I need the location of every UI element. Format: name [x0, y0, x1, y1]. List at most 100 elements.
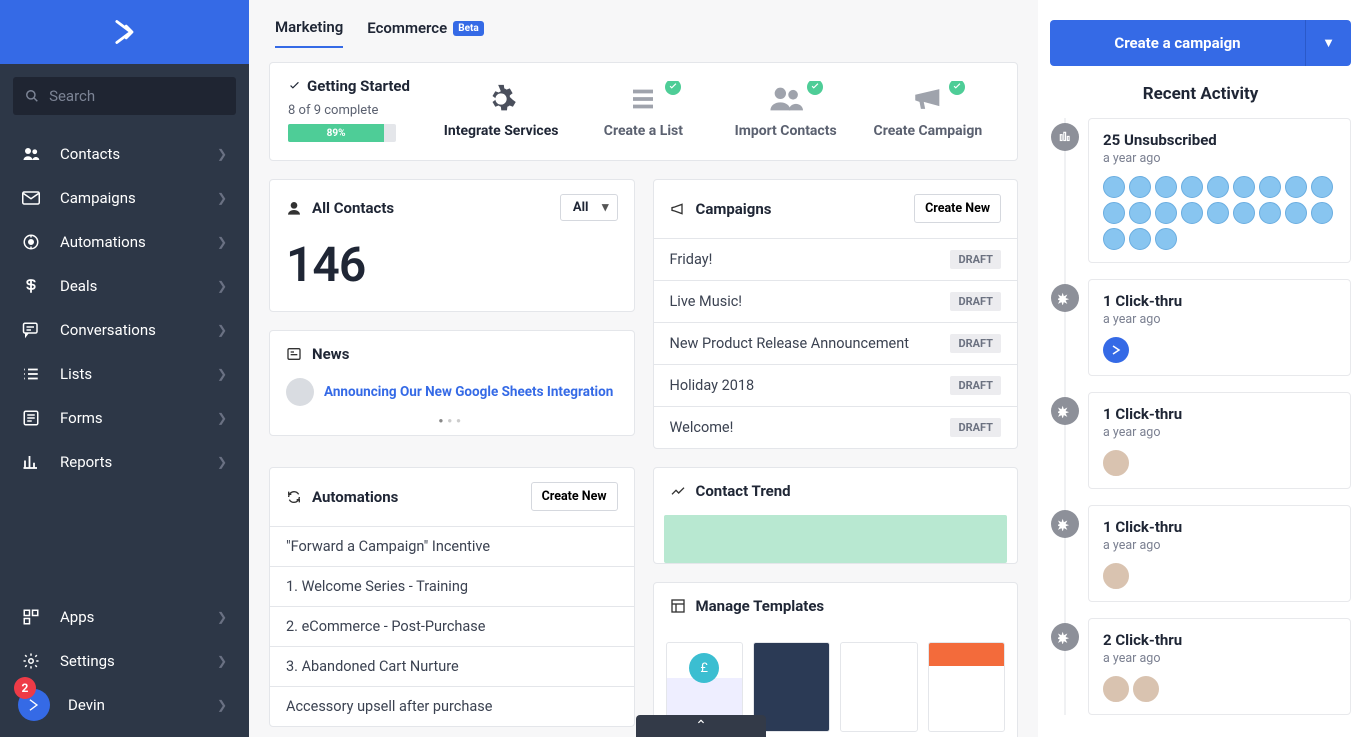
label: Settings: [60, 652, 115, 670]
campaign-row[interactable]: Live Music!DRAFT: [654, 280, 1018, 322]
sidebar-item-contacts[interactable]: Contacts❯: [0, 132, 249, 176]
news-icon: [286, 346, 302, 362]
activity-icon: [1051, 510, 1079, 538]
news-card: News Announcing Our New Google Sheets In…: [269, 330, 635, 436]
search-icon: [25, 88, 39, 104]
sidebar-item-reports[interactable]: Reports❯: [0, 440, 249, 484]
sidebar-item-apps[interactable]: Apps❯: [0, 595, 249, 639]
sidebar-item-forms[interactable]: Forms ❯: [0, 396, 249, 440]
campaign-row[interactable]: Friday!DRAFT: [654, 238, 1018, 280]
activity-item[interactable]: 1 Click-thru a year ago: [1088, 392, 1351, 489]
avatar: [1103, 202, 1125, 224]
contacts-filter-select[interactable]: All: [560, 194, 618, 221]
activity-item[interactable]: 1 Click-thru a year ago: [1088, 279, 1351, 376]
step-import[interactable]: Import Contacts: [715, 81, 857, 139]
avatar: [1155, 228, 1177, 250]
create-campaign-button[interactable]: Create a campaign: [1050, 20, 1305, 66]
avatar: [1103, 563, 1129, 589]
avatar: [1155, 176, 1177, 198]
label: Devin: [68, 696, 105, 714]
activity-item[interactable]: 25 Unsubscribed a year ago: [1088, 118, 1351, 263]
sidebar-item-campaigns[interactable]: Campaigns ❯: [0, 176, 249, 220]
step-label: Import Contacts: [735, 123, 837, 139]
trend-chart: [664, 515, 1008, 563]
notification-badge: 2: [14, 677, 36, 699]
templates-card: Manage Templates £: [653, 582, 1019, 737]
contact-trend-card: Contact Trend: [653, 467, 1019, 564]
label: Campaigns: [60, 189, 136, 207]
step-label: Create Campaign: [874, 123, 983, 139]
tab-marketing[interactable]: Marketing: [275, 12, 343, 48]
contacts-icon: [715, 81, 857, 117]
tab-ecommerce[interactable]: Ecommerce Beta: [367, 13, 483, 47]
step-campaign[interactable]: Create Campaign: [857, 81, 999, 139]
contact-count: 146: [270, 236, 634, 311]
list-icon: [572, 81, 714, 117]
template-thumb[interactable]: [928, 642, 1005, 732]
sidebar-item-deals[interactable]: Deals❯: [0, 264, 249, 308]
avatar: [1207, 176, 1229, 198]
sidebar-item-settings[interactable]: Settings❯: [0, 639, 249, 683]
avatar: [1311, 176, 1333, 198]
activity-icon: [1051, 123, 1079, 151]
logo-icon: [1103, 337, 1129, 363]
logo[interactable]: [0, 0, 249, 64]
activity-time: a year ago: [1103, 538, 1336, 553]
avatar: [1129, 202, 1151, 224]
label: Forms: [60, 409, 103, 427]
automation-row[interactable]: "Forward a Campaign" Incentive: [270, 526, 634, 566]
sidebar-item-lists[interactable]: Lists❯: [0, 352, 249, 396]
status-badge: DRAFT: [950, 376, 1001, 395]
activity-title: 1 Click-thru: [1103, 518, 1336, 536]
trend-icon: [670, 483, 686, 499]
megaphone-icon: [670, 201, 686, 217]
step-integrate[interactable]: Integrate Services: [430, 81, 572, 139]
avatar: [1133, 676, 1159, 702]
campaign-row[interactable]: New Product Release AnnouncementDRAFT: [654, 322, 1018, 364]
activity-icon: [1051, 397, 1079, 425]
automation-row[interactable]: 1. Welcome Series - Training: [270, 566, 634, 606]
avatar: [1207, 202, 1229, 224]
automation-row[interactable]: 3. Abandoned Cart Nurture: [270, 646, 634, 686]
card-title: News: [312, 345, 349, 363]
avatar: [1285, 202, 1307, 224]
status-badge: DRAFT: [950, 418, 1001, 437]
bar-chart-icon: [22, 453, 42, 471]
avatar: [1233, 202, 1255, 224]
chevron-right-icon: ❯: [217, 411, 227, 425]
form-icon: [22, 409, 42, 427]
search-input[interactable]: [13, 77, 236, 115]
template-icon: [670, 598, 686, 614]
automation-row[interactable]: 2. eCommerce - Post-Purchase: [270, 606, 634, 646]
news-item[interactable]: Announcing Our New Google Sheets Integra…: [270, 378, 634, 416]
avatar: [1311, 202, 1333, 224]
activity-time: a year ago: [1103, 425, 1336, 440]
create-automation-button[interactable]: Create New: [531, 482, 618, 511]
campaign-row[interactable]: Welcome!DRAFT: [654, 406, 1018, 448]
card-title: Contact Trend: [696, 482, 791, 500]
step-list[interactable]: Create a List: [572, 81, 714, 139]
sidebar-item-user[interactable]: 2 Devin❯: [0, 683, 249, 727]
sidebar-item-conversations[interactable]: Conversations❯: [0, 308, 249, 352]
progress-bar: 89%: [288, 124, 396, 142]
activity-item[interactable]: 1 Click-thru a year ago: [1088, 505, 1351, 602]
status-badge: DRAFT: [950, 292, 1001, 311]
contacts-icon: [22, 145, 42, 163]
activity-time: a year ago: [1103, 651, 1336, 666]
expand-up-button[interactable]: ⌃: [636, 715, 766, 737]
activity-item[interactable]: 2 Click-thru a year ago: [1088, 618, 1351, 715]
create-campaign-dropdown[interactable]: ▼: [1305, 20, 1351, 66]
check-icon: [807, 81, 823, 95]
chevron-right-icon: ❯: [217, 191, 227, 205]
avatar: [1181, 202, 1203, 224]
automation-row[interactable]: Accessory upsell after purchase: [270, 686, 634, 726]
label: Apps: [60, 608, 94, 626]
avatar: [1181, 176, 1203, 198]
create-campaign-button[interactable]: Create New: [914, 194, 1001, 223]
sidebar-item-automations[interactable]: Automations❯: [0, 220, 249, 264]
label: Automations: [60, 233, 146, 251]
campaign-row[interactable]: Holiday 2018DRAFT: [654, 364, 1018, 406]
template-thumb[interactable]: [840, 642, 917, 732]
megaphone-icon: [857, 81, 999, 117]
carousel-dots[interactable]: ●●●: [270, 416, 634, 435]
